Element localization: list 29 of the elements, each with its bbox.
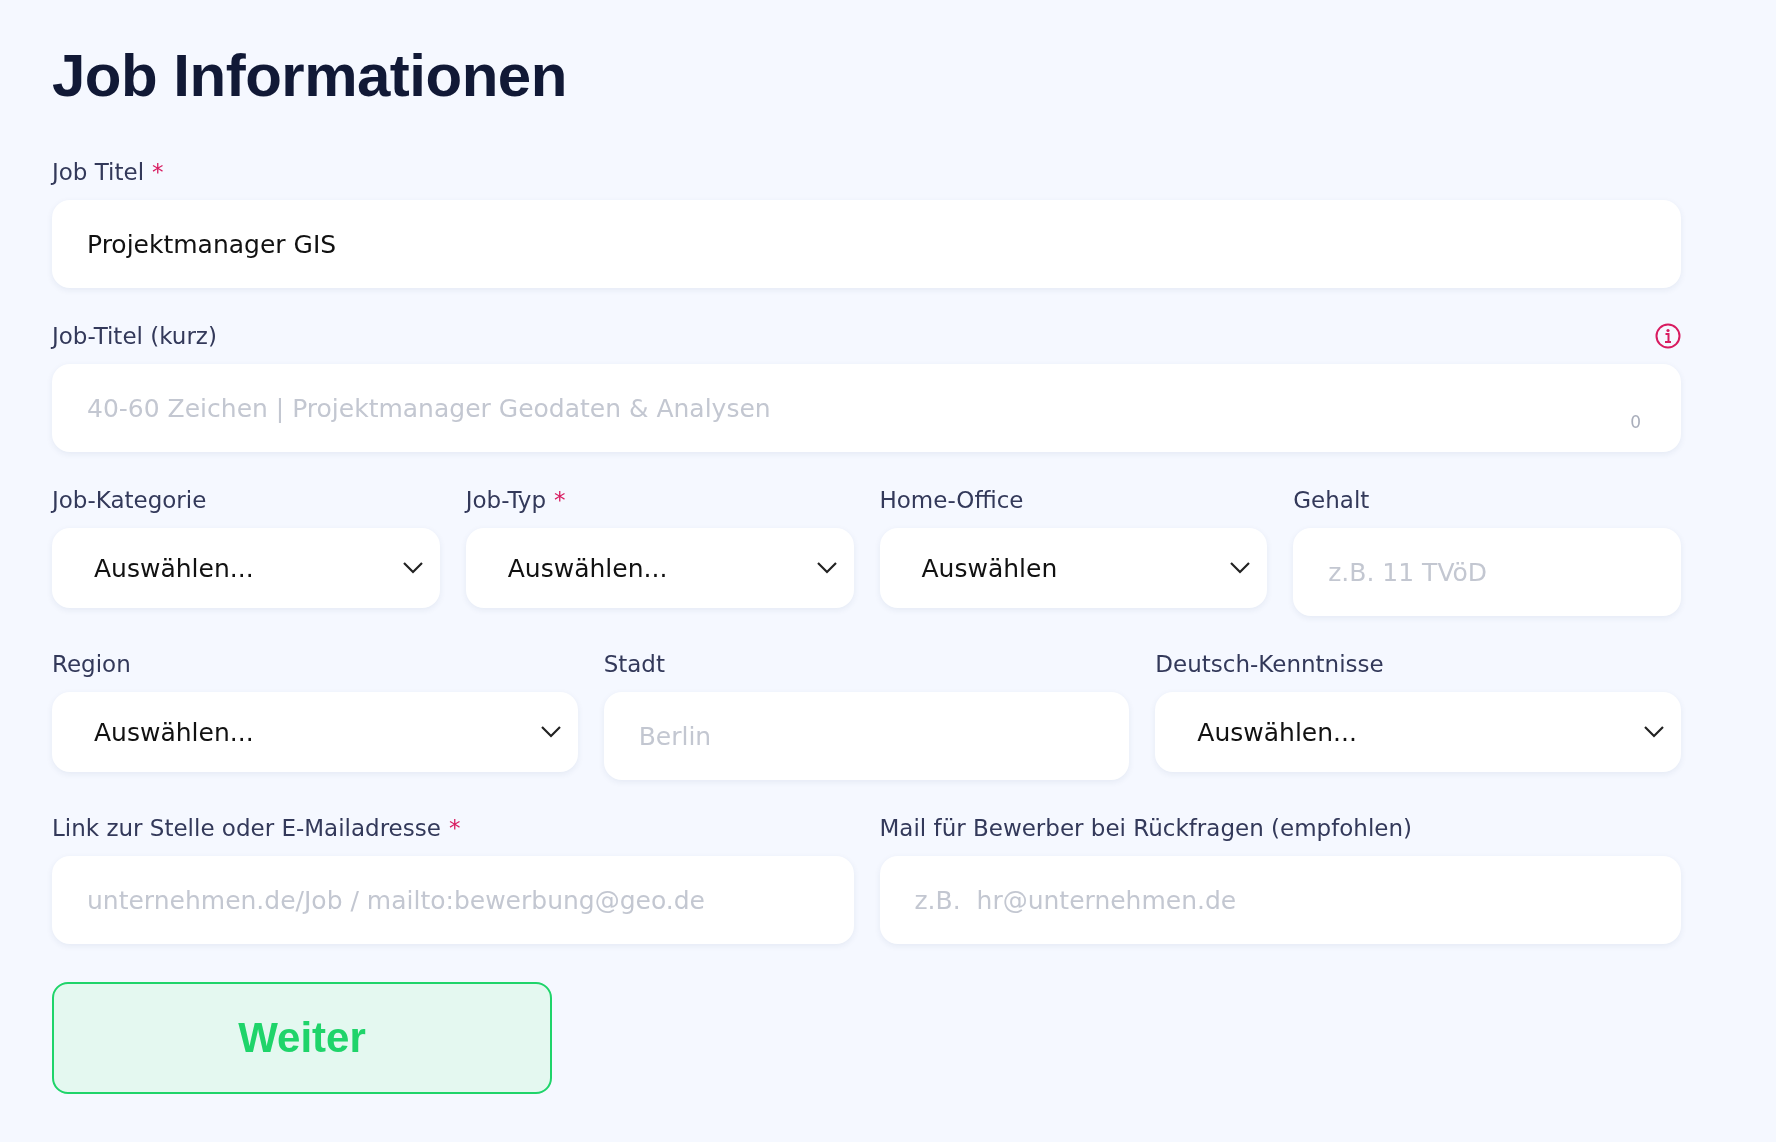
field-label: Job-Typ * [465, 487, 566, 513]
input-field[interactable]: unternehmen.de/Job / mailto:bewerbung@geo.de [52, 856, 854, 944]
field-label: Deutsch-Kenntnisse [1155, 651, 1384, 677]
chevron-down-icon [1643, 725, 1665, 739]
field-label: Stadt [603, 651, 665, 677]
field-label: Gehalt [1293, 487, 1370, 513]
field-label: Link zur Stelle oder E-Mailadresse * [52, 815, 461, 841]
chevron-down-icon [401, 561, 424, 575]
character-counter: 0 [1630, 412, 1641, 432]
page-title: Job Informationen [52, 41, 568, 111]
dropdown[interactable]: Auswählen... [52, 528, 440, 608]
field-label: Region [52, 651, 131, 677]
input-field[interactable]: Projektmanager GIS [52, 200, 1681, 288]
field-label: Job-Kategorie [52, 487, 207, 513]
dropdown[interactable]: Auswählen [879, 528, 1268, 608]
field-label: Job Titel * [52, 159, 164, 185]
info-icon[interactable] [1655, 323, 1681, 349]
dropdown[interactable]: Auswählen... [52, 692, 578, 772]
field-label: Home-Office [879, 487, 1024, 513]
field-label: Job-Titel (kurz) [52, 323, 217, 349]
chevron-down-icon [539, 725, 562, 739]
dropdown[interactable]: Auswählen... [1155, 692, 1681, 772]
input-field[interactable]: Berlin [603, 692, 1130, 780]
chevron-down-icon [1229, 561, 1252, 575]
input-field[interactable]: z.B. 11 TVöD [1293, 528, 1681, 616]
dropdown[interactable]: Auswählen... [465, 528, 854, 608]
field-label: Mail für Bewerber bei Rückfragen (empfohlen) [879, 815, 1413, 841]
input-field[interactable]: z.B. hr@unternehmen.de [879, 856, 1681, 944]
chevron-down-icon [815, 561, 838, 575]
